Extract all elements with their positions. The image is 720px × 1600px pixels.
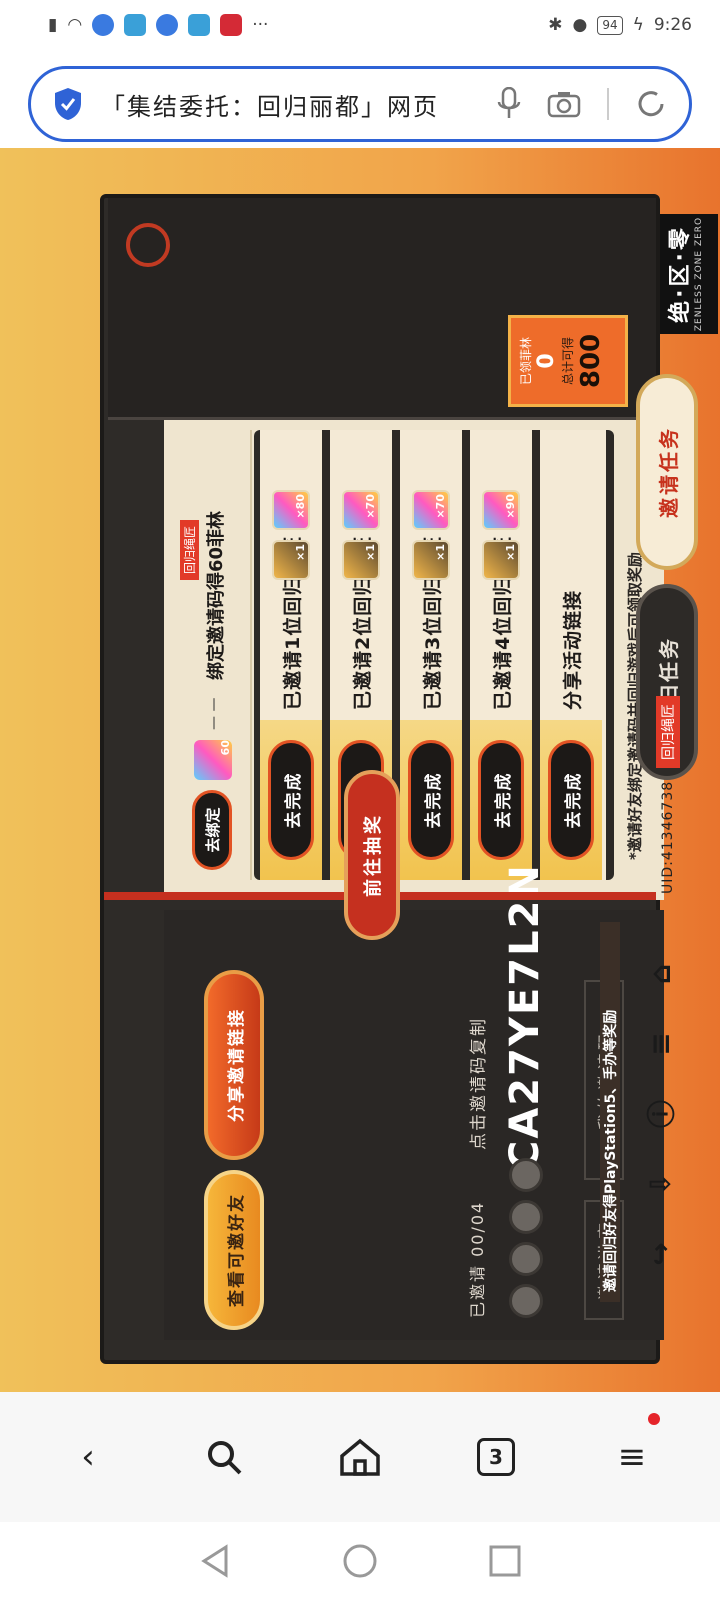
app-notification-icon [92,14,115,36]
film-reward-icon: ×70 [412,490,450,530]
home-icon[interactable] [330,1427,390,1487]
tab-invite-tasks[interactable]: 邀请任务 [636,374,698,570]
user-tag: 回归绳匠 [656,696,680,768]
task-list: 已邀请1位回归绳匠 ×80 ×1 去完成 已邀请2位回归绳匠 ×70 ×1 去完… [254,430,614,880]
system-navigation [0,1522,720,1600]
avatar [509,1242,543,1276]
task-row: 已邀请4位回归绳匠 ×90 ×1 去完成 [470,430,532,880]
page-sidebar: 回归绳匠 UID:41346738 ⌂ ≡ ⓘ ⇩ ↪ [632,672,720,1312]
info-icon[interactable]: ⓘ [642,1096,678,1132]
copy-hint: 点击邀请码复制 [469,1017,489,1150]
browser-toolbar: ‹ 3 ≡ [0,1392,720,1522]
ticket-reward-icon: ×1 [272,540,310,580]
avatar [509,1158,543,1192]
bind-label: 绑定邀请码得60菲林 [206,510,227,680]
system-back-icon[interactable] [198,1543,232,1579]
invite-task-panel: 已邀请1位回归绳匠 ×80 ×1 去完成 已邀请2位回归绳匠 ×70 ×1 去完… [164,420,664,900]
location-icon: ● [572,15,588,35]
emblem-icon [126,223,170,267]
film-reward-icon: ×80 [272,490,310,530]
web-content: 绝·区·零 ZENLESS ZONE ZERO 已领菲林 0 总计可得 800 … [0,148,720,1392]
invite-code[interactable]: CA27YE7L2N [502,863,548,1170]
bind-button[interactable]: 去绑定 [192,790,232,870]
board-header: 已领菲林 0 总计可得 800 [108,198,656,420]
notification-dot [648,1413,660,1425]
download-icon[interactable]: ⇩ [642,1166,678,1202]
more-notifications: ··· [252,15,269,35]
task-label: 分享活动链接 [562,589,584,710]
book-app-icon [124,14,147,36]
total-label: 总计可得 [561,337,575,386]
avatar [509,1284,543,1318]
charging-icon: ϟ [632,15,644,35]
earned-label: 已领菲林 [519,337,533,386]
battery-level: 94 [597,15,623,35]
view-friends-button[interactable]: 查看可邀好友 [204,1170,264,1330]
film-reward-icon: ×90 [482,490,520,530]
total-value: 800 [576,333,606,389]
system-home-icon[interactable] [342,1543,378,1579]
task-row: 分享活动链接 去完成 [540,430,606,880]
status-bar: ▮ ◠ ··· ✱ ● 94 ϟ 9:26 [0,0,720,50]
reload-icon[interactable] [635,88,667,120]
prize-title: 邀请回归好友得PlayStation5、手办等奖励 [600,922,620,1302]
ticket-reward-icon: ×1 [342,540,380,580]
task-row: 已邀请3位回归绳匠 ×70 ×1 去完成 [400,430,462,880]
page-title-in-url[interactable]: 「集结委托：回归丽都」网页 [101,87,451,122]
bind-card: 回归绳匠 绑定邀请码得60菲林 — — 60 去绑定 [120,430,252,880]
system-recents-icon[interactable] [488,1544,522,1578]
divider [607,88,609,120]
camera-icon[interactable] [547,90,581,118]
home-icon[interactable]: ⌂ [642,956,678,992]
bluetooth-icon: ✱ [548,15,563,35]
back-icon[interactable]: ‹ [58,1427,118,1487]
invite-code-panel: 我的邀请码 邀请进度 CA27YE7L2N 点击邀请码复制 已邀请 00/04 … [164,863,664,1340]
menu-icon[interactable]: ≡ [602,1413,662,1487]
draw-button[interactable]: 前往抽奖 [344,770,400,940]
complete-button[interactable]: 去完成 [408,740,454,860]
clock: 9:26 [653,15,692,35]
share-link-button[interactable]: 分享邀请链接 [204,970,264,1160]
tabs-button[interactable]: 3 [466,1427,526,1487]
ticket-reward-icon: ×1 [482,540,520,580]
event-board: 已领菲林 0 总计可得 800 已邀请1位回归绳匠 ×80 ×1 去完成 已邀请… [100,194,698,1364]
address-bar[interactable]: 「集结委托：回归丽都」网页 [28,66,692,142]
menu-icon[interactable]: ≡ [642,1026,678,1062]
film-reward-icon: 60 [194,740,232,780]
shield-icon [55,88,81,120]
microphone-icon[interactable] [497,87,521,121]
invited-count: 已邀请 00/04 [468,1200,487,1318]
avatar [509,1200,543,1234]
ticket-reward-icon: ×1 [412,540,450,580]
film-reward-icon: ×70 [342,490,380,530]
app-notification-icon [156,14,179,36]
wifi-icon: ◠ [67,15,83,35]
search-icon[interactable] [194,1427,254,1487]
user-uid: UID:41346738 [660,780,676,894]
book-app-icon [188,14,211,36]
complete-button[interactable]: 去完成 [268,740,314,860]
signal-icon: ▮ [48,15,58,35]
earned-value: 0 [534,353,559,369]
complete-button[interactable]: 去完成 [548,740,594,860]
gift-app-icon [220,14,243,36]
tab-count: 3 [477,1438,515,1476]
bind-tag: 回归绳匠 [180,519,199,580]
reward-counter: 已领菲林 0 总计可得 800 [508,315,628,407]
bind-progress: — — [206,697,222,730]
complete-button[interactable]: 去完成 [478,740,524,860]
invited-avatars [509,1158,543,1318]
share-icon[interactable]: ↪ [642,1236,678,1272]
task-row: 已邀请1位回归绳匠 ×80 ×1 去完成 [260,430,322,880]
